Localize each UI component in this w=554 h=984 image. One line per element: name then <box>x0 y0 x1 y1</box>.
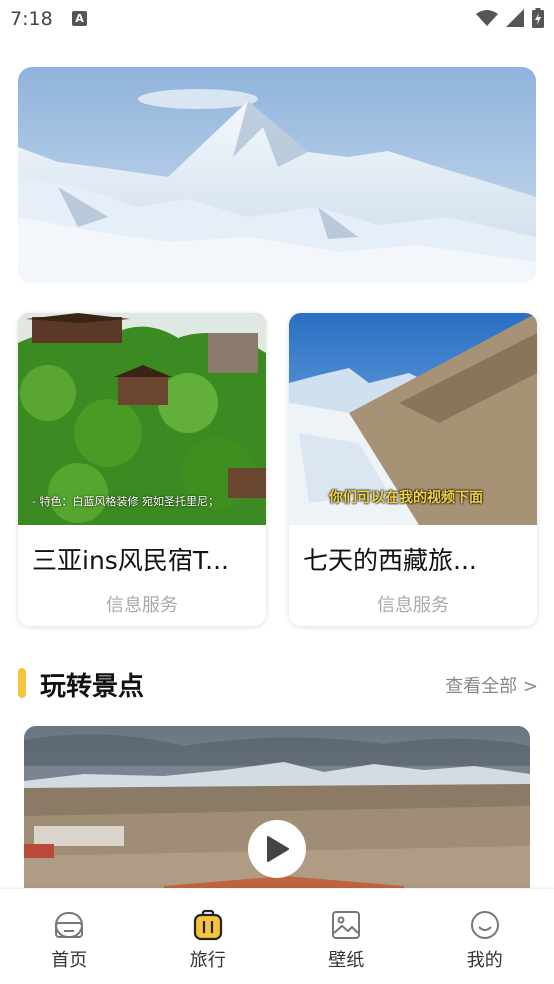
status-time: 7:18 <box>10 8 53 30</box>
play-button[interactable] <box>248 820 306 878</box>
play-icon <box>267 836 289 862</box>
nav-label: 我的 <box>466 950 503 971</box>
luggage-icon <box>193 909 222 941</box>
nav-item-home[interactable]: 首页 <box>0 889 139 984</box>
card-caption: 你们可以在我的视频下面 <box>329 490 483 506</box>
card-subtitle: 信息服务 <box>377 595 449 616</box>
nav-label: 首页 <box>51 950 88 971</box>
battery-icon <box>532 8 544 28</box>
nav-label: 旅行 <box>189 950 226 971</box>
nav-label: 壁纸 <box>328 950 365 971</box>
status-bar: 7:18 A <box>0 0 554 38</box>
hero-mountain-image <box>18 67 536 283</box>
wifi-icon <box>476 10 498 26</box>
card-caption: - 特色：白蓝风格装修 宛如圣托里尼； <box>32 495 219 508</box>
card-subtitle: 信息服务 <box>106 595 178 616</box>
section-accent-bar <box>18 668 26 698</box>
nav-item-wallpaper[interactable]: 壁纸 <box>277 889 416 984</box>
notification-icon: A <box>72 11 87 26</box>
cell-signal-icon <box>506 9 524 27</box>
image-icon <box>332 911 361 939</box>
nav-item-travel[interactable]: 旅行 <box>139 889 278 984</box>
card-image: - 特色：白蓝风格装修 宛如圣托里尼； <box>18 313 266 525</box>
guide-card[interactable]: - 特色：白蓝风格装修 宛如圣托里尼； 三亚ins风民宿T... 信息服务 <box>18 313 266 626</box>
hero-banner[interactable] <box>18 67 536 283</box>
view-all-link[interactable]: 查看全部 > <box>445 672 538 698</box>
bottom-navigation: 首页 旅行 壁纸 我的 <box>0 888 554 984</box>
card-image: 你们可以在我的视频下面 <box>289 313 537 525</box>
card-title: 三亚ins风民宿T... <box>32 546 229 575</box>
status-icons <box>476 8 544 28</box>
card-title: 七天的西藏旅... <box>303 546 477 575</box>
home-icon <box>55 912 84 938</box>
smile-icon <box>470 911 499 939</box>
section-title: 玩转景点 <box>40 672 145 702</box>
nav-item-profile[interactable]: 我的 <box>416 889 554 984</box>
guide-card[interactable]: 你们可以在我的视频下面 七天的西藏旅... 信息服务 <box>289 313 537 626</box>
